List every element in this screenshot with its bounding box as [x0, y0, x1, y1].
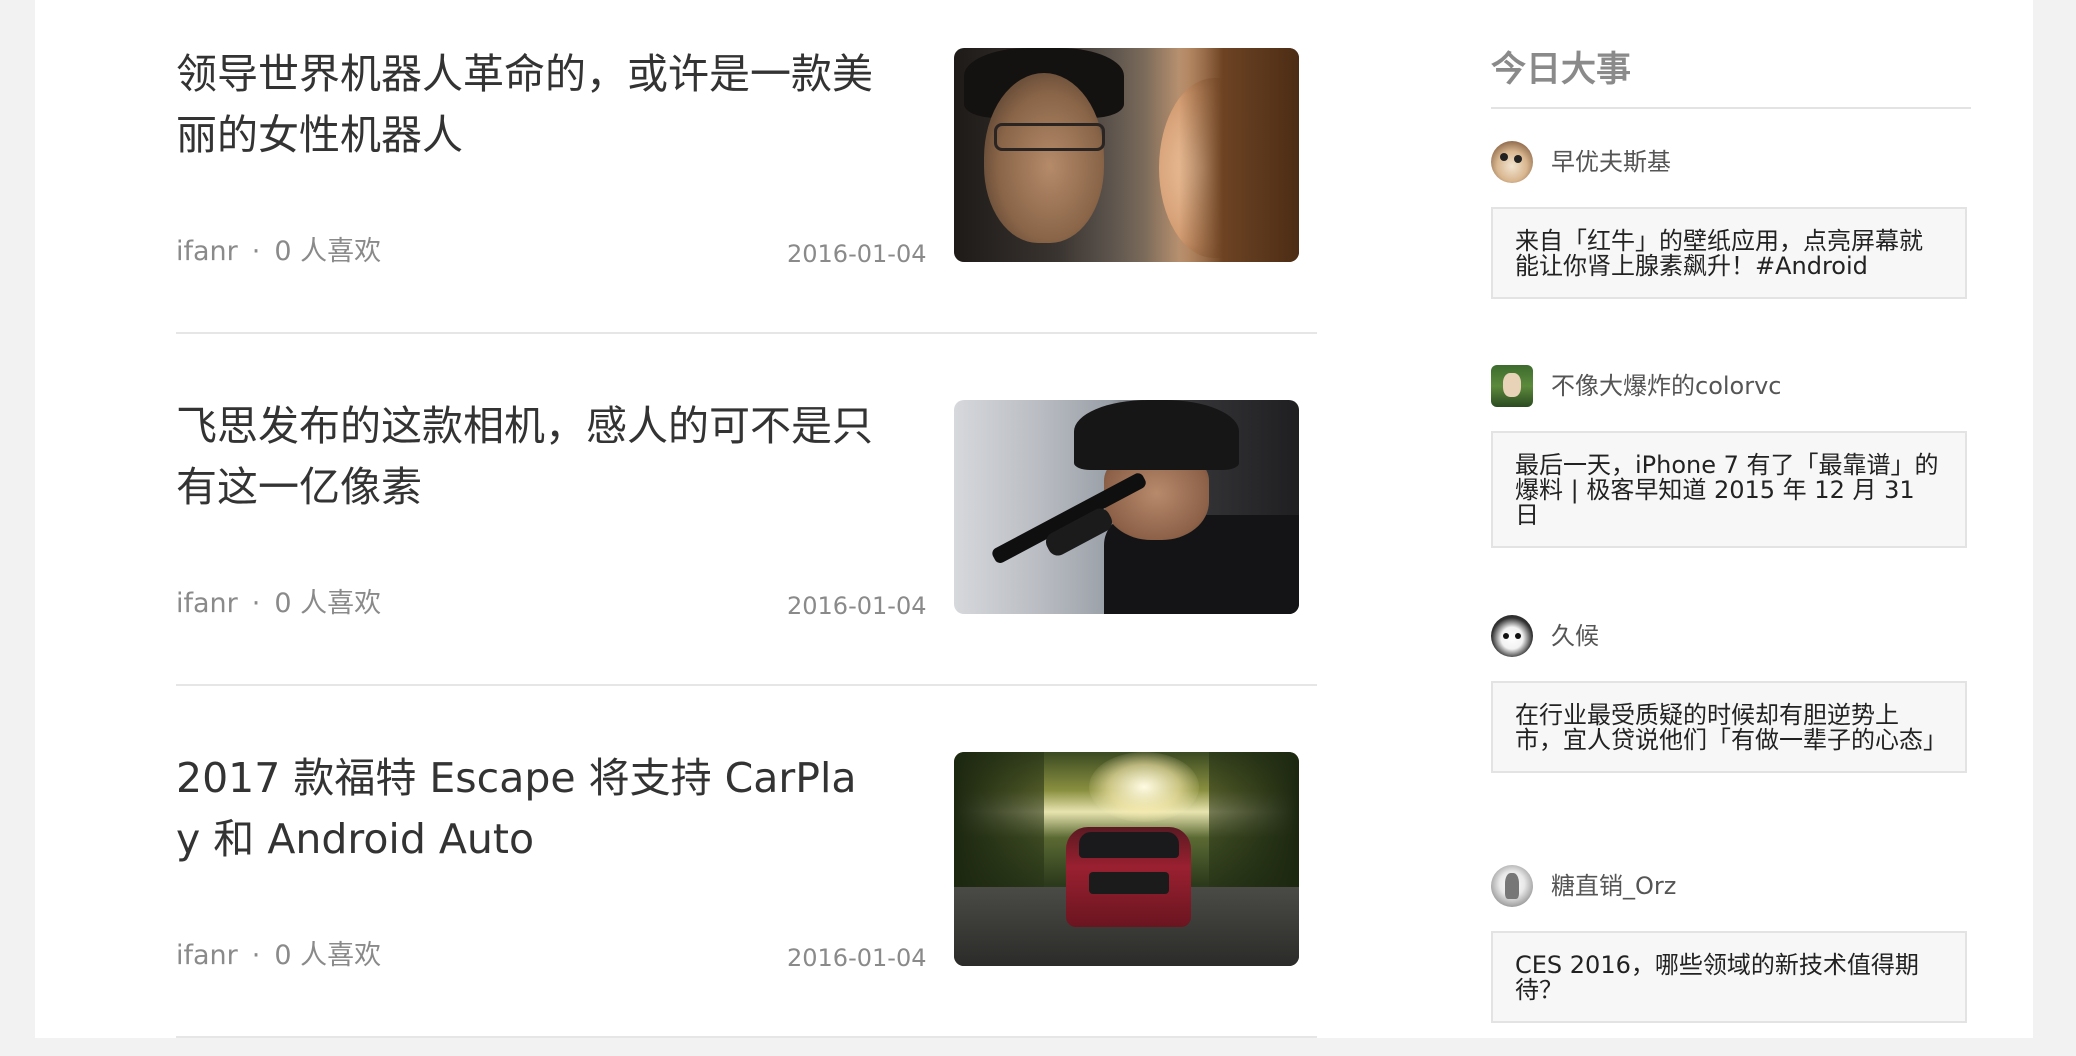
article-date: 2016-01-04 — [787, 592, 927, 620]
article-thumbnail[interactable] — [954, 400, 1299, 614]
page: 领导世界机器人革命的，或许是一款美丽的女性机器人 ifanr · 0 人喜欢 201… — [35, 0, 2033, 1038]
article-title[interactable]: 飞思发布的这款相机，感人的可不是只有这一亿像素 — [176, 396, 876, 518]
article-meta: ifanr · 0 人喜欢 — [176, 232, 381, 272]
sidebar-user[interactable]: 不像大爆炸的colorvc — [1491, 364, 1782, 408]
sidebar-card[interactable]: 来自「红牛」的壁纸应用，点亮屏幕就能让你肾上腺素飙升！#Android — [1491, 207, 1967, 299]
article-date: 2016-01-04 — [787, 240, 927, 268]
article-item: 飞思发布的这款相机，感人的可不是只有这一亿像素 ifanr · 0 人喜欢 2016… — [176, 352, 1317, 704]
sidebar-card-text[interactable]: CES 2016，哪些领域的新技术值得期待？ — [1515, 953, 1943, 1003]
sidebar-user[interactable]: 糖直销_Orz — [1491, 864, 1676, 908]
anime-avatar-icon[interactable] — [1491, 615, 1533, 657]
sidebar-username[interactable]: 久候 — [1551, 618, 1599, 654]
sidebar-title: 今日大事 — [1491, 50, 1632, 90]
sidebar-divider — [1491, 107, 1971, 109]
article-author[interactable]: ifanr — [176, 236, 238, 267]
meta-separator: · — [251, 940, 261, 971]
dog-avatar-icon[interactable] — [1491, 141, 1533, 183]
article-item: 2017 款福特 Escape 将支持 CarPlay 和 Android Au… — [176, 704, 1317, 1056]
sidebar-card[interactable]: CES 2016，哪些领域的新技术值得期待？ — [1491, 931, 1967, 1023]
sidebar-user[interactable]: 早优夫斯基 — [1491, 140, 1671, 184]
article-meta: ifanr · 0 人喜欢 — [176, 936, 381, 976]
article-thumbnail[interactable] — [954, 48, 1299, 262]
article-likes: 0 人喜欢 — [274, 236, 382, 267]
article-item: 领导世界机器人革命的，或许是一款美丽的女性机器人 ifanr · 0 人喜欢 201… — [176, 0, 1317, 352]
article-title[interactable]: 2017 款福特 Escape 将支持 CarPlay 和 Android Au… — [176, 748, 876, 870]
figure-avatar-icon[interactable] — [1491, 865, 1533, 907]
meta-separator: · — [251, 236, 261, 267]
sidebar-username[interactable]: 不像大爆炸的colorvc — [1551, 368, 1782, 404]
article-author[interactable]: ifanr — [176, 940, 238, 971]
article-likes: 0 人喜欢 — [274, 588, 382, 619]
portrait-avatar-icon[interactable] — [1491, 365, 1533, 407]
sidebar-card[interactable]: 最后一天，iPhone 7 有了「最靠谱」的爆料 | 极客早知道 2015 年 … — [1491, 431, 1967, 548]
article-title[interactable]: 领导世界机器人革命的，或许是一款美丽的女性机器人 — [176, 44, 876, 166]
sidebar-card-text[interactable]: 最后一天，iPhone 7 有了「最靠谱」的爆料 | 极客早知道 2015 年 … — [1515, 453, 1943, 528]
article-meta: ifanr · 0 人喜欢 — [176, 584, 381, 624]
article-author[interactable]: ifanr — [176, 588, 238, 619]
sidebar-card[interactable]: 在行业最受质疑的时候却有胆逆势上市，宜人贷说他们「有做一辈子的心态」 — [1491, 681, 1967, 773]
sidebar-user[interactable]: 久候 — [1491, 614, 1599, 658]
sidebar-card-text[interactable]: 在行业最受质疑的时候却有胆逆势上市，宜人贷说他们「有做一辈子的心态」 — [1515, 703, 1947, 753]
article-date: 2016-01-04 — [787, 944, 927, 972]
article-divider — [176, 684, 1317, 686]
sidebar-username[interactable]: 早优夫斯基 — [1551, 144, 1671, 180]
article-likes: 0 人喜欢 — [274, 940, 382, 971]
sidebar-username[interactable]: 糖直销_Orz — [1551, 868, 1676, 904]
article-thumbnail[interactable] — [954, 752, 1299, 966]
sidebar-card-text[interactable]: 来自「红牛」的壁纸应用，点亮屏幕就能让你肾上腺素飙升！#Android — [1515, 229, 1943, 279]
article-divider — [176, 332, 1317, 334]
meta-separator: · — [251, 588, 261, 619]
